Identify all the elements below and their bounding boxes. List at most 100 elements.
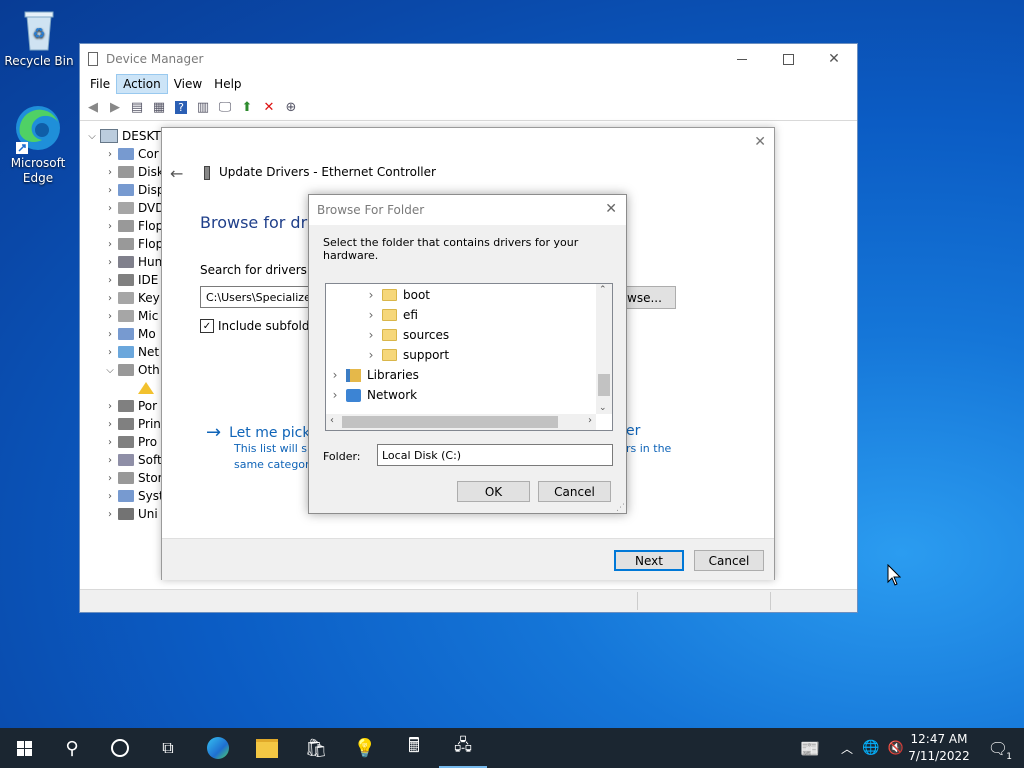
tree-item[interactable]: › Disp <box>102 181 164 199</box>
back-arrow-button[interactable]: ← <box>170 164 183 183</box>
notifications-button[interactable]: 🗨 1 <box>978 728 1018 768</box>
tree-item[interactable]: › Prin <box>102 415 161 433</box>
folder-tree-item[interactable]: › boot <box>364 285 430 305</box>
folder-tree-view[interactable]: › boot › efi › sources › support › Libraries › Netw… <box>325 283 613 431</box>
tree-item[interactable]: › Soft <box>102 451 162 469</box>
resize-grip-icon[interactable]: ⋰ <box>616 503 625 513</box>
tree-item[interactable]: › Mic <box>102 307 158 325</box>
tree-item[interactable]: › Disk <box>102 163 164 181</box>
desktop-icon-edge[interactable]: Microsoft Edge <box>3 104 73 186</box>
clock[interactable]: 12:47 AM 7/11/2022 <box>906 731 972 765</box>
taskbar-device-manager[interactable]: 🖧 <box>439 728 487 768</box>
search-button[interactable]: ⚲ <box>48 728 96 768</box>
show-hidden-icons-button[interactable]: ︿ <box>836 728 858 768</box>
tree-item[interactable]: › Flop <box>102 217 163 235</box>
tree-root[interactable]: ⌵ DESKTO <box>84 127 170 145</box>
tree-item[interactable]: › DVD <box>102 199 164 217</box>
expand-arrow-icon[interactable]: › <box>364 308 378 322</box>
tree-item[interactable]: › Key <box>102 289 160 307</box>
tree-item-label: Soft <box>138 453 162 467</box>
properties-button[interactable]: ▤ <box>126 96 148 118</box>
bf-close-button[interactable]: ✕ <box>605 201 617 217</box>
update-driver-button[interactable]: ⬆ <box>236 96 258 118</box>
device-category-icon <box>118 220 134 232</box>
tree-item[interactable]: › Stor <box>102 469 163 487</box>
scroll-thumb-horizontal[interactable] <box>342 416 558 428</box>
task-view-button[interactable]: ⧉ <box>144 728 192 768</box>
folder-tree-item[interactable]: › Network <box>328 385 418 405</box>
tree-item-label: IDE <box>138 273 159 287</box>
tree-item[interactable]: › Net <box>102 343 159 361</box>
dialog-close-button[interactable]: ✕ <box>754 134 766 150</box>
tree-item[interactable]: ⌵ Oth <box>102 361 160 379</box>
expand-arrow-icon[interactable]: › <box>364 328 378 342</box>
start-button[interactable] <box>0 728 48 768</box>
forward-button[interactable]: ▶ <box>104 96 126 118</box>
maximize-button[interactable] <box>765 44 811 74</box>
network-tray-button[interactable]: 🌐 <box>860 728 882 768</box>
taskbar-file-explorer[interactable] <box>243 728 291 768</box>
tree-item[interactable]: › Pro <box>102 433 157 451</box>
tree-item[interactable]: › IDE <box>102 271 158 289</box>
folder-tree-item[interactable]: › Libraries <box>328 365 419 385</box>
include-subfolders-checkbox[interactable]: ✓ Include subfolder <box>200 319 322 333</box>
cancel-button[interactable]: Cancel <box>694 550 764 571</box>
disable-button[interactable]: ⊕ <box>280 96 302 118</box>
desktop-icon-recycle-bin[interactable]: ♻ Recycle Bin <box>4 8 74 69</box>
view-button[interactable]: ▥ <box>192 96 214 118</box>
cortana-button[interactable] <box>96 728 144 768</box>
horizontal-scrollbar[interactable]: ‹ › <box>326 414 596 430</box>
taskbar-tips[interactable]: 💡 <box>341 728 389 768</box>
next-button-label: Next <box>635 553 663 568</box>
show-hide-button[interactable]: ▦ <box>148 96 170 118</box>
let-me-pick-label-tail: er <box>626 423 641 439</box>
next-button[interactable]: Next <box>614 550 684 571</box>
browse-button[interactable]: wse... <box>622 286 676 309</box>
expand-arrow-icon: › <box>108 346 112 358</box>
chevron-up-icon: ︿ <box>840 741 853 756</box>
tree-item[interactable]: › Uni <box>102 505 158 523</box>
let-me-pick-link[interactable]: → Let me pick <box>206 422 310 443</box>
edge-icon <box>14 104 62 156</box>
folder-input[interactable]: Local Disk (C:) <box>377 444 613 466</box>
expand-arrow-icon[interactable]: › <box>328 368 342 382</box>
expand-arrow-icon[interactable]: › <box>364 288 378 302</box>
folder-tree-item[interactable]: › efi <box>364 305 418 325</box>
title-bar[interactable]: Device Manager ✕ <box>80 44 857 74</box>
folder-tree-item[interactable]: › support <box>364 345 449 365</box>
folder-tree-item[interactable]: › sources <box>364 325 450 345</box>
tree-child-item[interactable] <box>122 379 158 397</box>
taskbar-calculator[interactable]: 🖩 <box>390 728 438 768</box>
tree-item[interactable]: › Syst <box>102 487 164 505</box>
include-subfolders-label: Include subfolder <box>218 319 322 333</box>
expand-arrow-icon: › <box>108 292 112 304</box>
tree-item[interactable]: › Hun <box>102 253 162 271</box>
scan-hardware-button[interactable]: 🖵 <box>214 96 236 118</box>
back-button[interactable]: ◀ <box>82 96 104 118</box>
scroll-thumb[interactable] <box>598 374 610 396</box>
minimize-button[interactable] <box>719 44 765 74</box>
ok-button[interactable]: OK <box>457 481 530 502</box>
vertical-scrollbar[interactable]: ⌃ ⌄ <box>596 284 612 414</box>
tree-item[interactable]: › Cor <box>102 145 159 163</box>
help-button[interactable]: ? <box>170 96 192 118</box>
news-button[interactable]: 📰 <box>790 728 830 768</box>
bf-cancel-button[interactable]: Cancel <box>538 481 611 502</box>
menu-view[interactable]: View <box>168 75 208 93</box>
bf-title-bar[interactable]: Browse For Folder ✕ <box>309 195 626 225</box>
expand-arrow-icon[interactable]: › <box>364 348 378 362</box>
expand-arrow-icon[interactable]: › <box>328 388 342 402</box>
menu-action[interactable]: Action <box>116 74 168 94</box>
tree-item[interactable]: › Flop <box>102 235 163 253</box>
menu-file[interactable]: File <box>84 75 116 93</box>
uninstall-button[interactable]: ✕ <box>258 96 280 118</box>
volume-tray-button[interactable]: 🔇 <box>884 728 908 768</box>
tree-item[interactable]: › Por <box>102 397 157 415</box>
window-title: Device Manager <box>106 52 204 66</box>
path-input[interactable]: C:\Users\Specialize <box>200 286 320 308</box>
taskbar-edge[interactable] <box>194 728 242 768</box>
close-button[interactable]: ✕ <box>811 44 857 74</box>
taskbar-store[interactable]: 🛍 <box>292 728 340 768</box>
menu-help[interactable]: Help <box>208 75 247 93</box>
tree-item[interactable]: › Mo <box>102 325 156 343</box>
